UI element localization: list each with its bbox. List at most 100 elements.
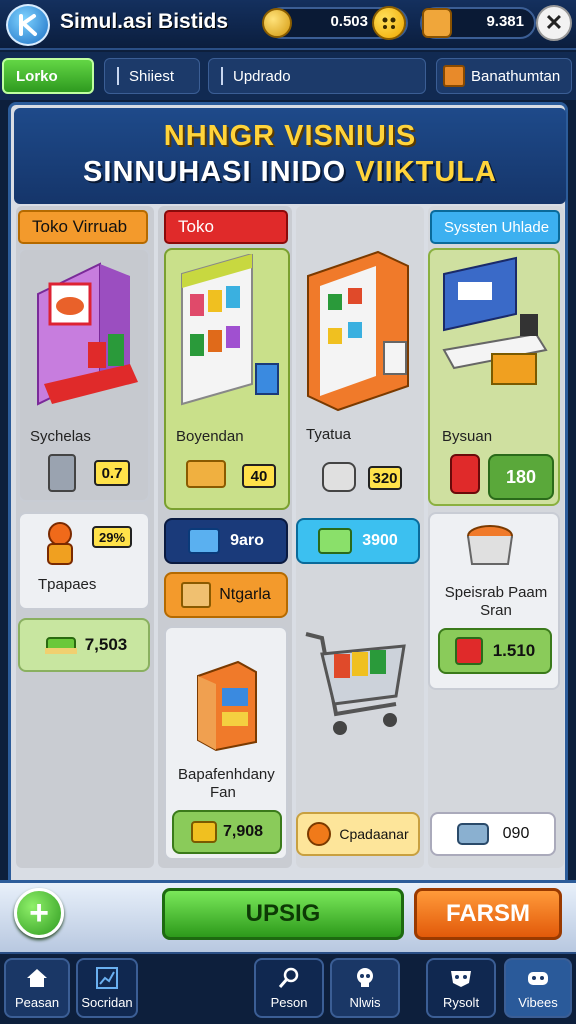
gem-value: 9.381 xyxy=(486,13,524,30)
nav-item-rysolt[interactable]: Rysolt xyxy=(426,958,496,1018)
orange-action-label: Ntgarla xyxy=(219,586,271,603)
mask-icon xyxy=(451,971,471,987)
gamepad-icon xyxy=(528,972,548,985)
nav-label-rysolt: Rysolt xyxy=(442,995,480,1010)
machine-icon xyxy=(48,454,76,492)
nav-label-socridan: Socridan xyxy=(81,995,133,1010)
bapafenhdany-label-2: Fan xyxy=(210,784,236,801)
app-title: Simul.asi Bistids xyxy=(60,10,229,33)
tab-divider xyxy=(221,67,223,85)
tyatua-label: Tyatua xyxy=(306,426,352,443)
cube-icon xyxy=(188,528,221,554)
banner-subtitle: SINNUHASI INIDO VIIKTULA xyxy=(14,156,566,189)
nav-label-peasan: Peasan xyxy=(14,995,60,1010)
tyatua-value: 320 xyxy=(368,466,402,490)
upsig-button[interactable]: UPSIG xyxy=(162,888,404,940)
nav-item-peasan[interactable]: Peasan xyxy=(4,958,70,1018)
tab-updrado[interactable]: Updrado xyxy=(208,58,426,94)
product-card-bapafenhdany[interactable]: Bapafenhdany Fan 7,908 xyxy=(164,626,288,860)
sandwich-icon xyxy=(44,637,77,654)
shop-card-sychelas[interactable]: Sychelas 0.7 xyxy=(18,248,150,502)
sychelas-label: Sychelas xyxy=(30,428,91,445)
header-toko-label: Toko xyxy=(178,217,214,236)
bapafenhdany-label: Bapafenhdany xyxy=(178,766,275,783)
nav-item-socridan[interactable]: Socridan xyxy=(76,958,138,1018)
price-button-col4[interactable]: 1.510 xyxy=(438,628,552,674)
boyendan-label: Boyendan xyxy=(176,428,244,445)
yellow-action-button[interactable]: Cpadaanar xyxy=(296,812,420,856)
skull-icon xyxy=(357,968,373,987)
chart-icon xyxy=(96,967,118,989)
speisrab-label-2: Sran xyxy=(480,602,512,619)
sychelas-value: 0.7 xyxy=(94,460,130,486)
white-action-value: 090 xyxy=(502,825,530,842)
tab-generator-label: Banathumtan xyxy=(471,67,561,85)
nav-label-peson: Peson xyxy=(270,995,308,1010)
white-action-button[interactable]: 090 xyxy=(430,812,556,856)
boyendan-value: 40 xyxy=(242,464,276,488)
coin-icon xyxy=(262,8,292,38)
bysuan-value[interactable]: 180 xyxy=(488,454,554,500)
home-icon xyxy=(27,969,47,987)
banner-subtitle-highlight: VIIKTULA xyxy=(355,156,497,188)
smiley-icon[interactable] xyxy=(372,6,406,40)
header-system-update-label: Syssten Uhlade xyxy=(444,218,550,236)
bysuan-label: Bysuan xyxy=(442,428,493,445)
nav-item-nlwis[interactable]: Nlwis xyxy=(330,958,400,1018)
cyan-action-value: 3900 xyxy=(362,532,398,549)
price-button-col1[interactable]: 7,503 xyxy=(18,618,150,672)
farsm-button[interactable]: FARSM xyxy=(414,888,562,940)
banner-subtitle-main: SINNUHASI INIDO xyxy=(83,156,356,188)
price-col4-value: 1.510 xyxy=(492,641,536,660)
cyan-action-button[interactable]: 3900 xyxy=(296,518,420,564)
salad-box-icon xyxy=(318,528,353,554)
close-button[interactable]: ✕ xyxy=(536,5,572,41)
add-button[interactable]: + xyxy=(14,888,64,938)
nav-label-nlwis: Nlwis xyxy=(349,995,381,1010)
header-system-update: Syssten Uhlade xyxy=(430,210,560,244)
tab-divider xyxy=(117,67,119,85)
banner-title: NHNGR VISNIUIS xyxy=(163,120,417,152)
tab-shiiest[interactable]: Shiiest xyxy=(104,58,200,94)
refrigerator-illustration xyxy=(298,246,424,416)
tab-toko[interactable]: Lorko xyxy=(2,58,94,94)
gift-icon xyxy=(454,637,483,665)
crate-icon xyxy=(181,582,212,608)
character-icon xyxy=(422,8,452,38)
shop-card-boyendan[interactable]: Boyendan 40 xyxy=(164,248,290,510)
product-box-illustration xyxy=(197,660,257,752)
blue-action-value: 9aro xyxy=(230,532,264,549)
shop-card-speisrab[interactable]: Speisrab Paam Sran 1.510 xyxy=(428,512,560,690)
coin-value: 0.503 xyxy=(330,13,368,30)
dish-icon xyxy=(322,462,356,492)
box-icon xyxy=(443,65,465,87)
nav-item-peson[interactable]: Peson xyxy=(254,958,324,1018)
price-col2-value: 7,908 xyxy=(222,823,264,840)
cooking-pot-icon xyxy=(467,525,513,565)
price-button-col2[interactable]: 7,908 xyxy=(172,810,282,854)
plus-icon: + xyxy=(29,893,49,932)
nav-label-vibees: Vibees xyxy=(518,995,558,1010)
shop-card-tpapaes[interactable]: 29% Tpapaes xyxy=(18,512,150,610)
tpapaes-label: Tpapaes xyxy=(38,576,97,593)
fruit-icon xyxy=(307,822,332,846)
speisrab-label: Speisrab Paam xyxy=(444,584,548,601)
shelf-illustration xyxy=(181,254,279,406)
shop-card-bysuan[interactable]: Bysuan 180 xyxy=(428,248,560,506)
tools-icon xyxy=(278,967,299,988)
nav-item-vibees[interactable]: Vibees xyxy=(504,958,572,1018)
food-box-icon xyxy=(186,460,226,488)
app-logo[interactable] xyxy=(6,4,50,46)
tab-shiiest-label: Shiiest xyxy=(129,67,175,85)
tab-generator[interactable]: Banathumtan xyxy=(436,58,572,94)
tpapaes-badge: 29% xyxy=(92,526,132,548)
display-stand-illustration xyxy=(37,262,138,406)
tab-updrado-label: Updrado xyxy=(233,67,291,85)
shopkeeper-icon xyxy=(47,522,73,565)
orange-action-button[interactable]: Ntgarla xyxy=(164,572,288,618)
blue-action-button[interactable]: 9aro xyxy=(164,518,288,564)
header-toko-virtual-label: Toko Virruab xyxy=(32,217,128,236)
counter-illustration xyxy=(442,256,548,385)
cart-item-icon xyxy=(190,821,217,843)
truck-icon xyxy=(456,823,489,845)
